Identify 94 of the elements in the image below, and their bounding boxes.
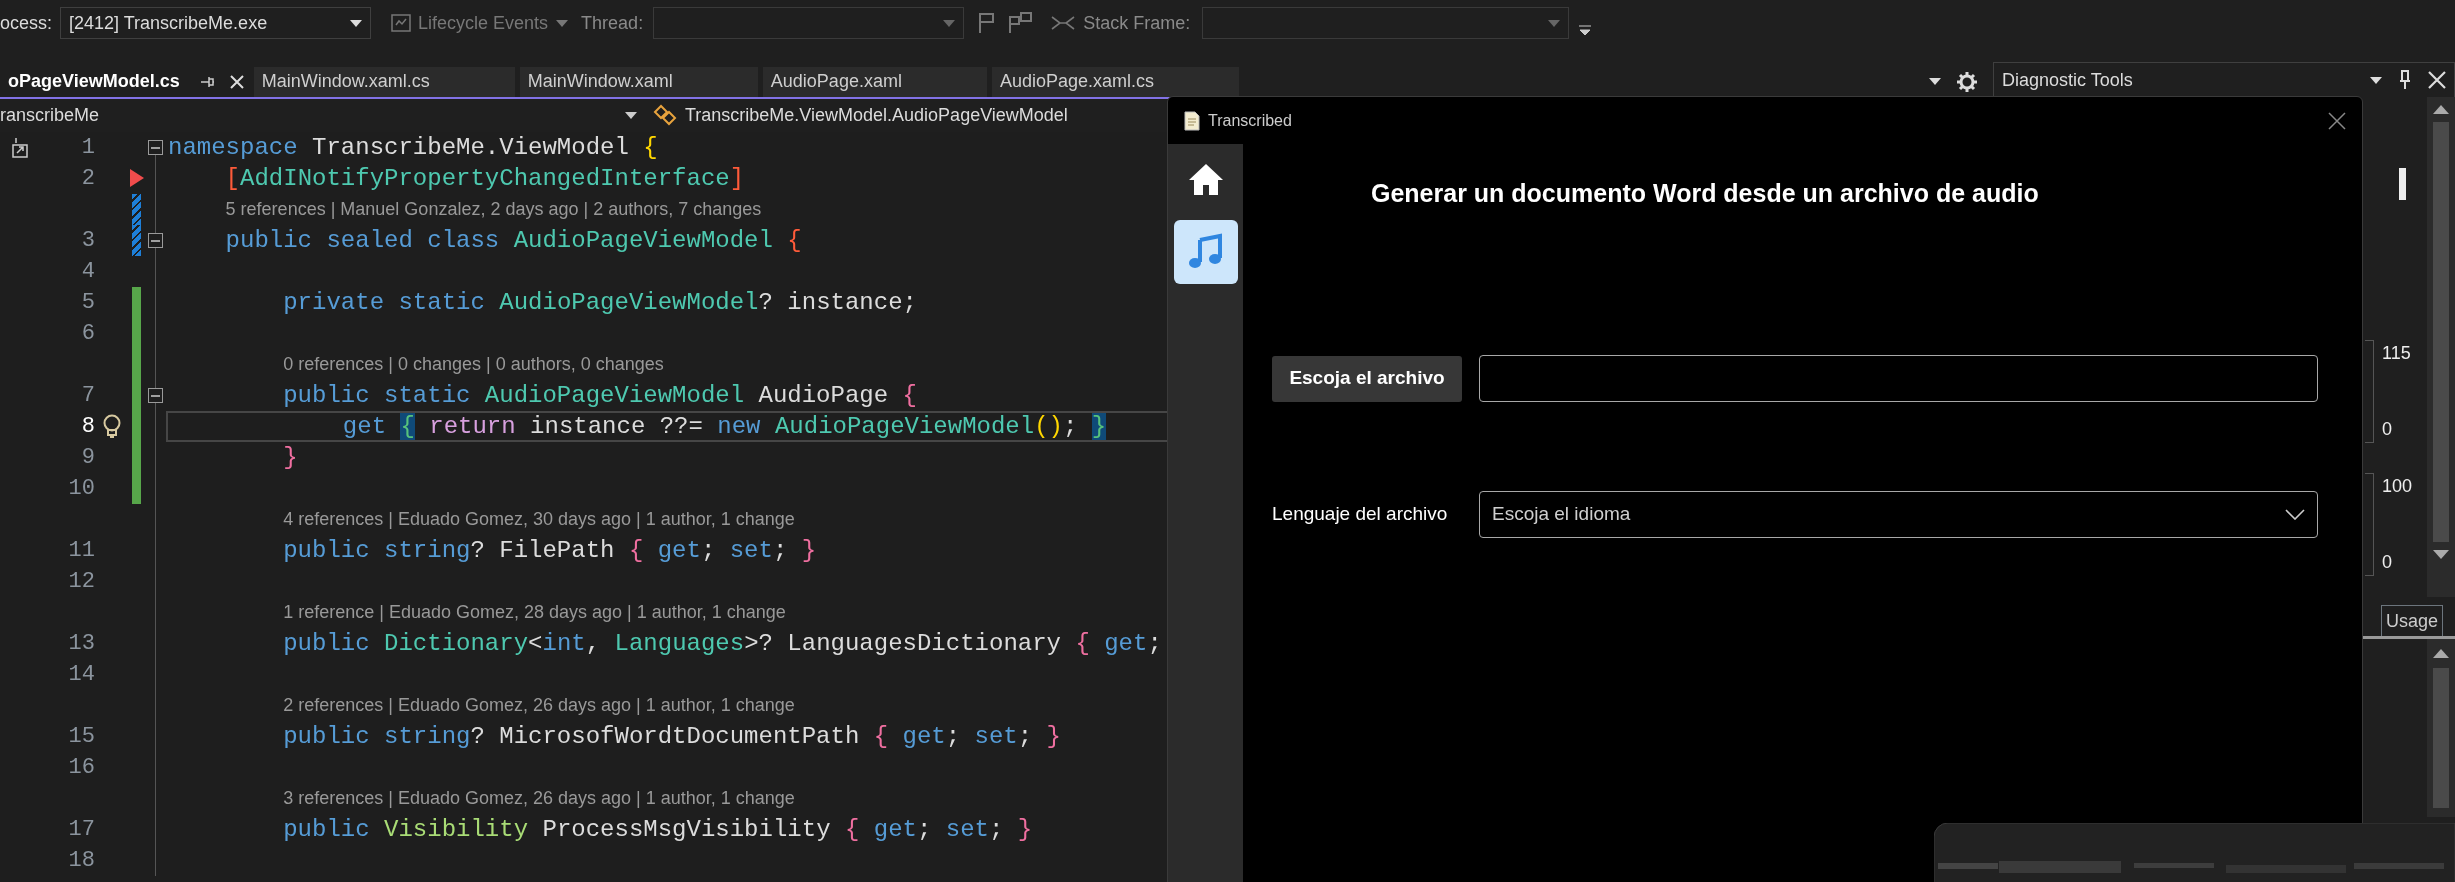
codelens-text[interactable]: 3 references | Eduado Gomez, 26 days ago | 1 author, 1 change — [283, 785, 795, 813]
lightbulb-icon[interactable] — [101, 413, 122, 440]
scroll-up-icon[interactable] — [2433, 649, 2449, 658]
scrollbar[interactable] — [2427, 639, 2455, 817]
usage-tab[interactable]: Usage — [2380, 605, 2443, 636]
page-heading: Generar un documento Word desde un archivo de audio — [1371, 178, 2040, 209]
code-line: public Dictionary<int, Languages>? LanguagesDictionary { get; — [282, 631, 1162, 656]
flag-icon[interactable] — [978, 12, 997, 34]
chevron-icon — [2285, 509, 2305, 520]
caret-icon — [1548, 19, 1561, 27]
nav-button[interactable] — [1173, 220, 1238, 284]
code-line: private static AudioPageViewModel? instance; — [282, 290, 917, 315]
scroll-thumb[interactable] — [2433, 122, 2449, 542]
member-dropdown[interactable]: TranscribeMe.ViewModel.AudioPageViewModel — [645, 99, 1163, 132]
minus-icon — [151, 394, 160, 397]
caret-icon — [625, 111, 637, 119]
line-number: 17 — [67, 816, 95, 845]
caret-icon — [943, 19, 956, 27]
axis-label: 115 — [2382, 342, 2411, 365]
axis-label: 0 — [2382, 551, 2393, 574]
line-number: 8 — [80, 413, 95, 442]
settings-icon[interactable] — [1957, 71, 1977, 92]
document-icon — [1184, 110, 1200, 131]
code-line: get { return instance ??= new AudioPageViewModel(); } — [341, 414, 1107, 439]
line-number: 5 — [80, 289, 95, 318]
document-tab[interactable]: MainWindow.xaml.cs — [253, 66, 515, 97]
codelens-text[interactable]: 0 references | 0 changes | 0 authors, 0 changes — [283, 351, 664, 379]
collapse-toggle[interactable] — [148, 233, 163, 249]
process-dropdown[interactable]: [2412] TranscribeMe.exe — [60, 7, 372, 39]
code-line: [AddINotifyPropertyChangedInterface] — [224, 166, 745, 191]
axis-label: 100 — [2382, 475, 2413, 498]
code-line: public Visibility ProcessMsgVisibility { get; set; } — [282, 817, 1033, 842]
document-tab[interactable]: AudioPage.xaml.cs — [991, 66, 1239, 97]
project-dropdown[interactable]: ranscribeMe — [0, 99, 645, 132]
line-number: 14 — [67, 661, 95, 690]
line-number: 10 — [67, 475, 95, 504]
lifecycle-icon[interactable] — [391, 13, 412, 33]
scroll-thumb[interactable] — [2433, 668, 2449, 808]
codelens-text[interactable]: 4 references | Eduado Gomez, 30 days ago | 1 author, 1 change — [283, 506, 795, 534]
line-number: 11 — [67, 537, 95, 566]
document-tab[interactable]: MainWindow.xaml — [519, 66, 758, 97]
arrow-icon[interactable] — [130, 169, 144, 188]
close-icon[interactable] — [2328, 111, 2346, 130]
line-number: 18 — [67, 847, 95, 876]
caret-icon — [350, 19, 363, 27]
line-number: 7 — [80, 382, 95, 411]
collapse-toggle[interactable] — [148, 140, 163, 156]
field-label: Lenguaje del archivo — [1272, 502, 1449, 527]
minus-icon — [151, 146, 160, 149]
file-path-field[interactable] — [1479, 355, 2318, 402]
scrollbar[interactable] — [2427, 97, 2455, 597]
caret-icon — [556, 19, 569, 27]
axis-label: 0 — [2382, 418, 2393, 441]
line-number: 13 — [67, 630, 95, 659]
minus-icon — [151, 239, 160, 242]
code-line: public static AudioPageViewModel AudioPage { — [282, 383, 917, 408]
code-line: namespace TranscribeMe.ViewModel { — [168, 135, 658, 160]
toolbar-label: ocess: — [0, 11, 53, 35]
line-number: 4 — [80, 258, 95, 287]
codelens-text[interactable]: 2 references | Eduado Gomez, 26 days ago | 1 author, 1 change — [283, 692, 795, 720]
class-icon — [653, 104, 677, 127]
flags-icon[interactable] — [1008, 12, 1035, 34]
line-number: 1 — [80, 134, 95, 163]
line-number: 9 — [80, 444, 95, 473]
scroll-up-icon[interactable] — [2433, 105, 2449, 114]
line-number: 16 — [67, 754, 95, 783]
scroll-down-icon[interactable] — [2433, 550, 2449, 559]
timeline-marker — [2399, 168, 2406, 200]
code-line: public string? FilePath { get; set; } — [282, 538, 817, 563]
toolbar-label: Stack Frame: — [1083, 11, 1191, 35]
pin-icon[interactable] — [2398, 70, 2412, 90]
caret-icon[interactable] — [2370, 76, 2382, 84]
arrow-box-icon[interactable] — [12, 136, 30, 159]
overflow-icon[interactable] — [1579, 24, 1592, 36]
line-number: 15 — [67, 723, 95, 752]
code-line: } — [282, 445, 298, 470]
window-title: Transcribed — [1208, 110, 1293, 131]
toolbar-label: Thread: — [581, 11, 644, 35]
caret-icon[interactable] — [1929, 78, 1941, 86]
line-number: 3 — [80, 227, 95, 256]
link-icon[interactable] — [1051, 16, 1076, 30]
collapse-toggle[interactable] — [148, 388, 163, 404]
code-line: public string? MicrosofWordtDocumentPath { get; set; } — [282, 724, 1061, 749]
language-dropdown[interactable]: Escoja el idioma — [1479, 491, 2318, 538]
code-line: public sealed class AudioPageViewModel { — [224, 228, 802, 253]
line-number: 6 — [80, 320, 95, 349]
line-number: 2 — [80, 165, 95, 194]
document-tab[interactable]: AudioPage.xaml — [762, 66, 987, 97]
line-number: 12 — [67, 568, 95, 597]
panel-title: Diagnostic Tools — [2002, 68, 2134, 92]
pin-icon[interactable] — [199, 74, 214, 89]
choose-file-button[interactable]: Escoja el archivo — [1272, 355, 1462, 402]
codelens-text[interactable]: 1 reference | Eduado Gomez, 28 days ago | 1 author, 1 change — [283, 599, 786, 627]
codelens-text[interactable]: 5 references | Manuel Gonzalez, 2 days ago | 2 authors, 7 changes — [225, 196, 762, 224]
